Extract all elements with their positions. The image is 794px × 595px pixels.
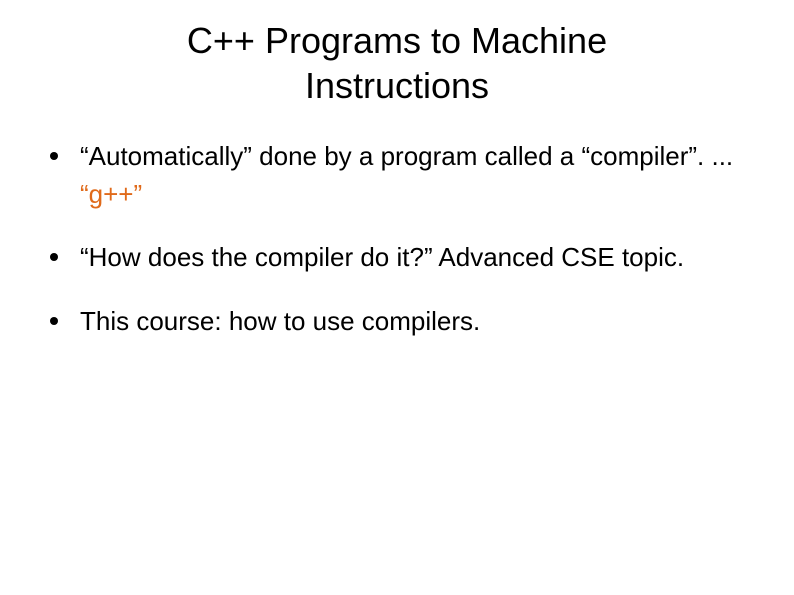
slide-title: C++ Programs to Machine Instructions [90, 18, 704, 108]
bullet-text: “Automatically” done by a program called… [80, 141, 733, 171]
slide: C++ Programs to Machine Instructions “Au… [0, 0, 794, 595]
bullet-text: “How does the compiler do it?” Advanced … [80, 242, 684, 272]
bullet-text: This course: how to use compilers. [80, 306, 480, 336]
highlight-text: “g++” [80, 179, 142, 209]
list-item: “How does the compiler do it?” Advanced … [40, 239, 754, 277]
list-item: “Automatically” done by a program called… [40, 138, 754, 213]
bullet-list: “Automatically” done by a program called… [30, 138, 764, 341]
list-item: This course: how to use compilers. [40, 303, 754, 341]
